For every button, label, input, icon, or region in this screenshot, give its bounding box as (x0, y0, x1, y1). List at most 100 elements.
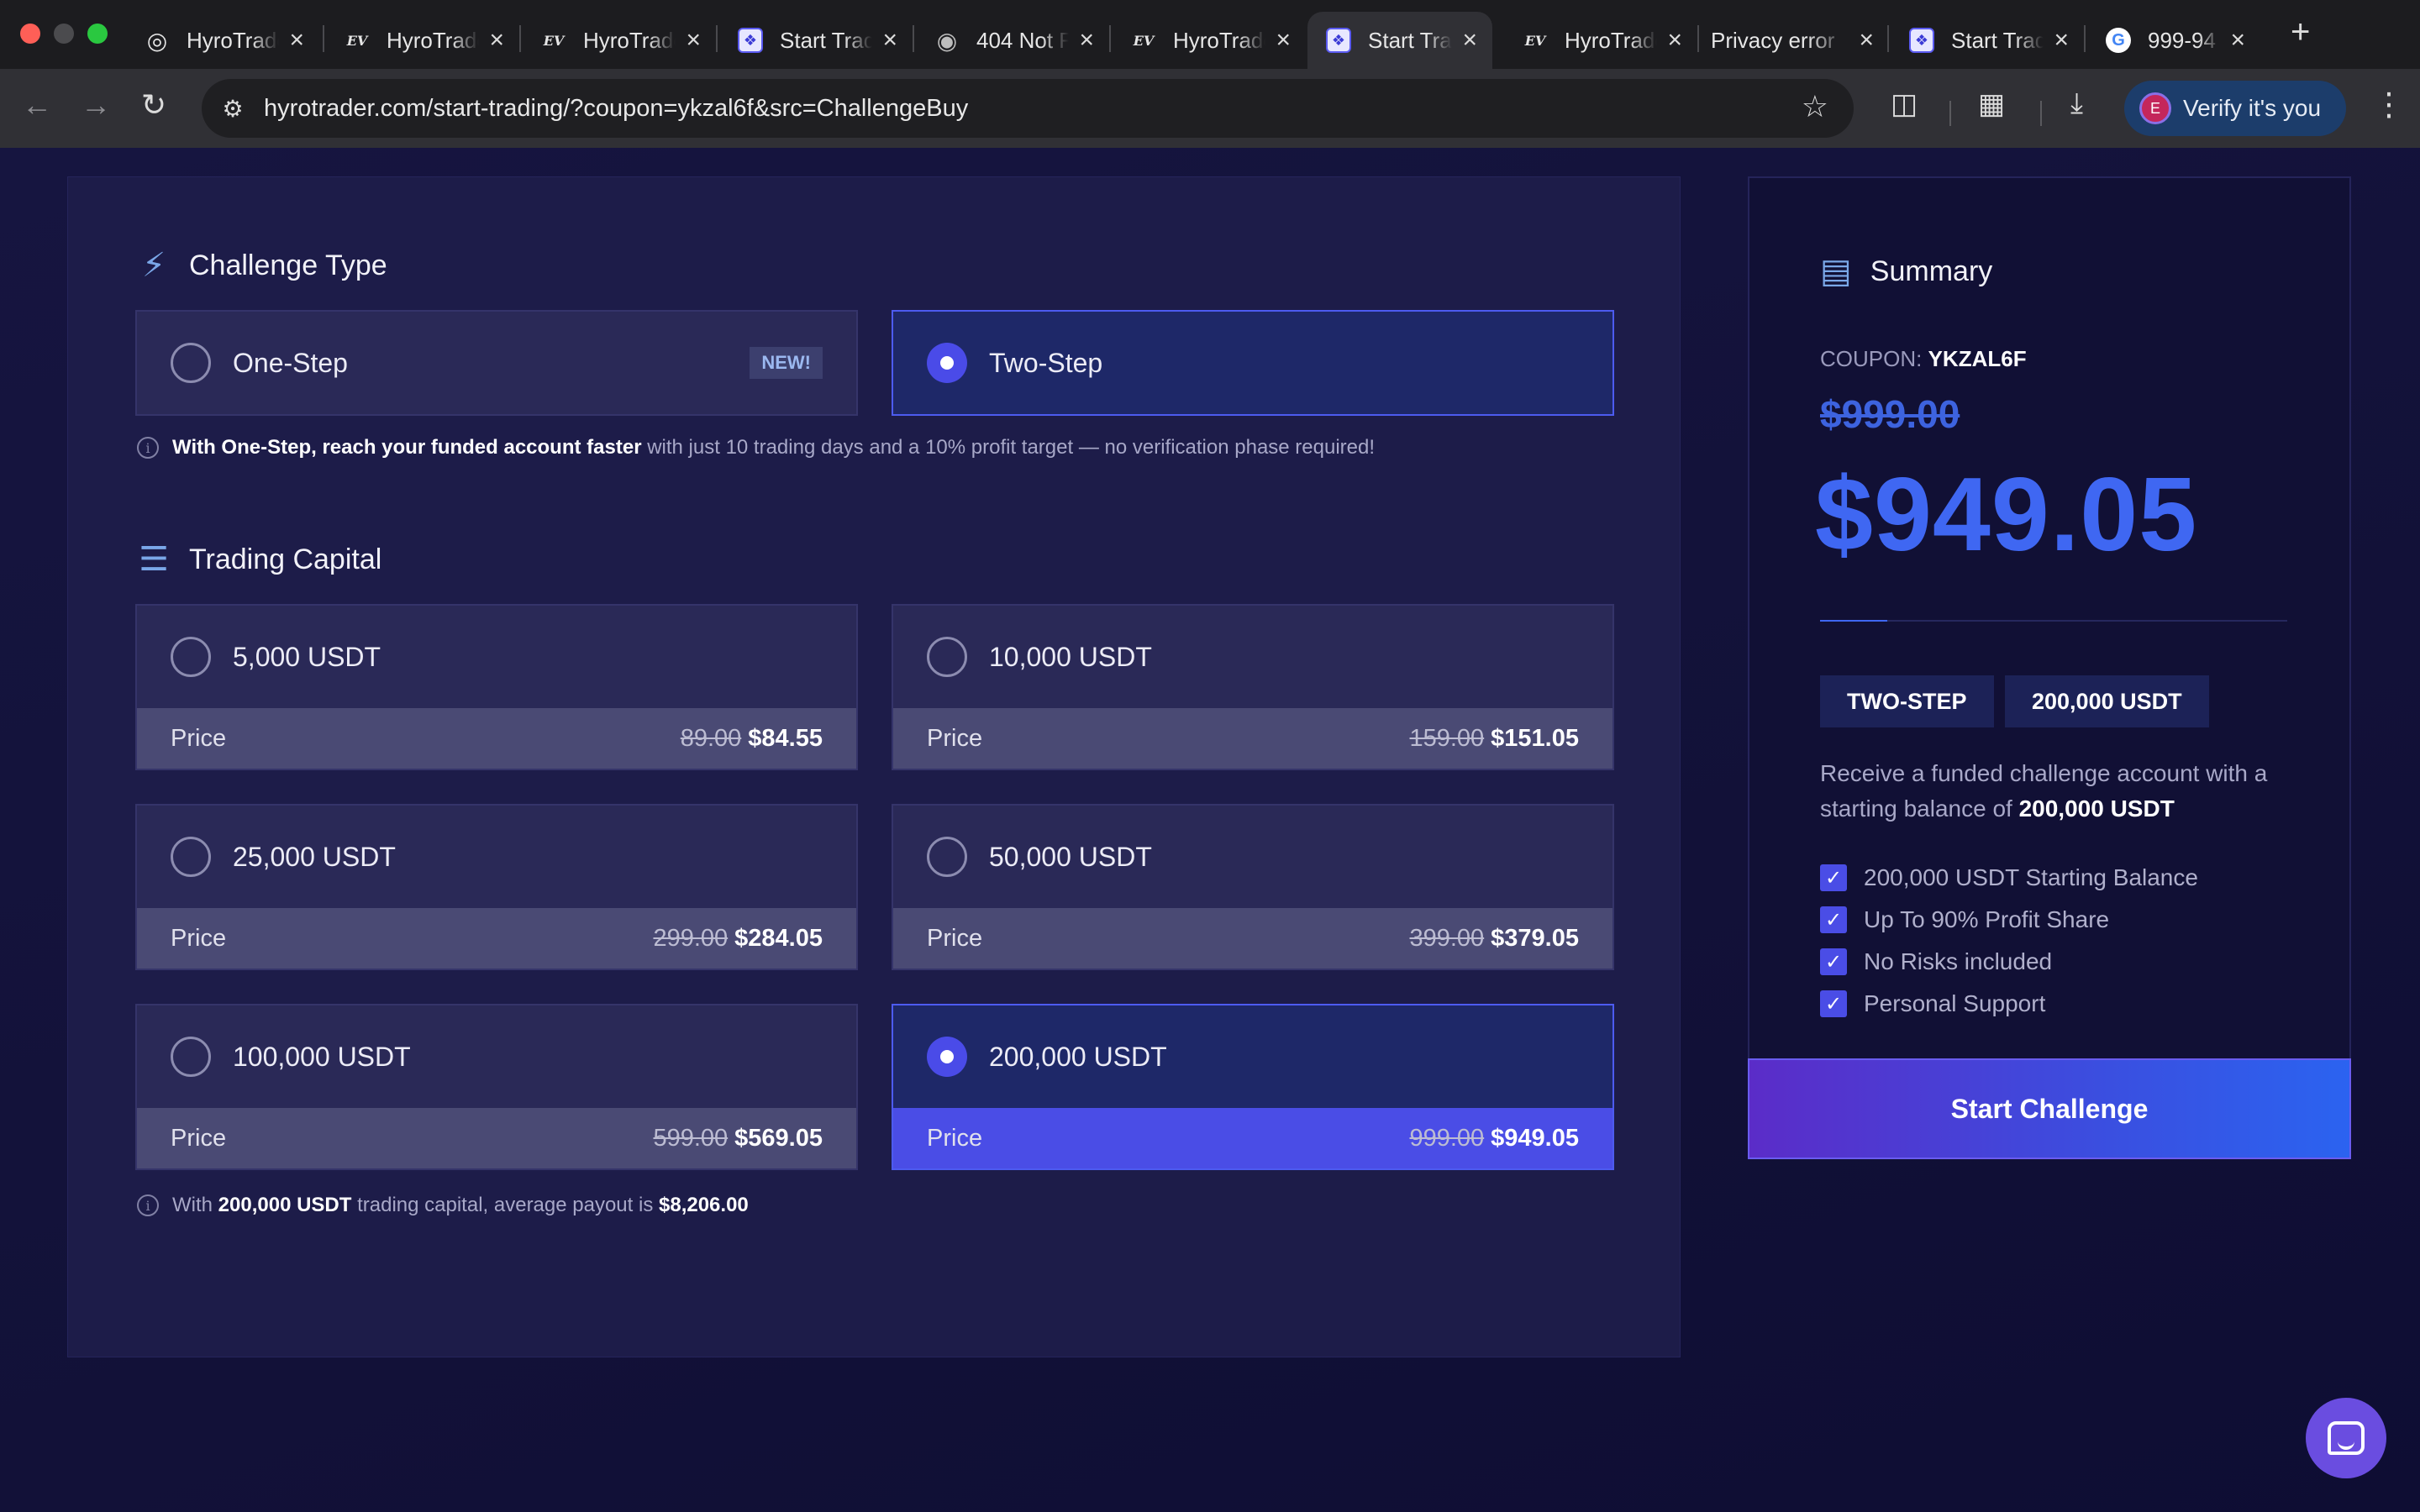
extensions-icon[interactable]: ◫ (1891, 87, 1918, 121)
price-bar: Price 599.00 $569.05 (137, 1108, 856, 1168)
divider (1820, 620, 2287, 622)
site-settings-icon[interactable]: ⚙ (217, 92, 249, 124)
zoom-window-button[interactable] (87, 24, 108, 44)
browser-tab[interactable]: ❖ Start Trading × (1891, 12, 2084, 69)
radio-button[interactable] (927, 837, 967, 877)
info-icon: i (137, 437, 159, 459)
checkbox-checked-icon: ✓ (1820, 906, 1847, 933)
close-tab-icon[interactable]: × (1667, 26, 1682, 55)
bookmark-star-icon[interactable]: ☆ (1802, 89, 1828, 124)
feature-item: ✓ Personal Support (1820, 983, 2198, 1025)
price-bar: Price 299.00 $284.05 (137, 908, 856, 969)
close-tab-icon[interactable]: × (2230, 26, 2245, 55)
back-arrow-icon[interactable]: ← (22, 87, 52, 123)
close-tab-icon[interactable]: × (489, 26, 504, 55)
capital-option-25000[interactable]: 25,000 USDT Price 299.00 $284.05 (135, 804, 858, 970)
browser-tab-active[interactable]: ❖ Start Trading × (1307, 12, 1492, 69)
start-trading-favicon-icon: ❖ (1909, 28, 1934, 53)
configuration-card: ⚡ Challenge Type One-Step NEW! Two-Step … (67, 176, 1681, 1357)
tab-search-icon[interactable]: ▦ (1978, 87, 2005, 121)
feature-list: ✓ 200,000 USDT Starting Balance ✓ Up To 90… (1820, 857, 2198, 1025)
lightning-icon: ⚡ (141, 247, 166, 284)
challenge-info-note: i With One-Step, reach your funded accou… (137, 436, 1375, 459)
browser-tab[interactable]: G 999-94 × (2087, 12, 2260, 69)
feature-item: ✓ 200,000 USDT Starting Balance (1820, 857, 2198, 899)
ev-icon: EV (346, 32, 368, 49)
start-trading-favicon-icon: ❖ (738, 28, 763, 53)
radio-button-selected[interactable] (927, 1037, 967, 1077)
browser-tab[interactable]: ◉ 404 Not Found × (916, 12, 1109, 69)
ev-icon: EV (543, 32, 565, 49)
trading-capital-heading: ☰ Trading Capital (137, 540, 381, 579)
start-challenge-button[interactable]: Start Challenge (1748, 1058, 2351, 1159)
hyro-icon: ◎ (146, 27, 168, 54)
calendar-icon: ▤ (1820, 253, 1852, 290)
google-icon: G (2106, 28, 2131, 53)
close-window-button[interactable] (20, 24, 40, 44)
ev-icon: EV (1133, 32, 1155, 49)
browser-tab[interactable]: Privacy error × (1692, 12, 1889, 69)
chat-launcher-button[interactable] (2306, 1398, 2386, 1478)
close-tab-icon[interactable]: × (1462, 26, 1477, 55)
payout-info-note: i With 200,000 USDT trading capital, ave… (137, 1194, 749, 1217)
more-menu-icon[interactable]: ⋮ (2373, 86, 2405, 123)
price-bar: Price 89.00 $84.55 (137, 708, 856, 769)
info-icon: i (137, 1194, 159, 1216)
close-tab-icon[interactable]: × (1276, 26, 1291, 55)
close-tab-icon[interactable]: × (686, 26, 701, 55)
capital-chip: 200,000 USDT (2005, 675, 2209, 727)
radio-button[interactable] (171, 1037, 211, 1077)
capital-option-200000[interactable]: 200,000 USDT Price 999.00 $949.05 (892, 1004, 1614, 1170)
total-price: $949.05 (1815, 457, 2198, 573)
close-tab-icon[interactable]: × (1079, 26, 1094, 55)
close-tab-icon[interactable]: × (2054, 26, 2069, 55)
browser-tab[interactable]: EV HyroTrader × (1504, 12, 1697, 69)
radio-button-selected[interactable] (927, 343, 967, 383)
avatar: E (2139, 92, 2171, 124)
capital-option-100000[interactable]: 100,000 USDT Price 599.00 $569.05 (135, 1004, 858, 1170)
feature-item: ✓ No Risks included (1820, 941, 2198, 983)
new-tab-button[interactable]: + (2291, 13, 2310, 51)
browser-tab[interactable]: EV HyroTrader × (1113, 12, 1306, 69)
capital-option-5000[interactable]: 5,000 USDT Price 89.00 $84.55 (135, 604, 858, 770)
url-text[interactable]: hyrotrader.com/start-trading/?coupon=ykz… (264, 95, 968, 123)
browser-tab[interactable]: ◎ HyroTrader × (126, 12, 319, 69)
globe-icon: ◉ (936, 27, 958, 54)
original-price: $999.00 (1820, 392, 1960, 436)
browser-tab[interactable]: EV HyroTrader × (523, 12, 716, 69)
verify-label: Verify it's you (2183, 95, 2322, 121)
browser-toolbar: ← → ↻ ⚙ hyrotrader.com/start-trading/?co… (0, 69, 2420, 148)
forward-arrow-icon[interactable]: → (81, 87, 111, 123)
reload-icon[interactable]: ↻ (141, 87, 166, 123)
coupon-line: COUPON: YKZAL6F (1820, 346, 2027, 371)
feature-item: ✓ Up To 90% Profit Share (1820, 899, 2198, 941)
challenge-option-two-step[interactable]: Two-Step (892, 310, 1614, 416)
summary-heading: ▤ Summary (1820, 253, 1993, 290)
close-tab-icon[interactable]: × (289, 26, 304, 55)
browser-tab-strip: ◎ HyroTrader × EV HyroTrader × EV HyroTr… (0, 0, 2420, 69)
summary-card: ▤ Summary COUPON: YKZAL6F $999.00 $949.0… (1748, 176, 2351, 1159)
close-tab-icon[interactable]: × (882, 26, 897, 55)
checkbox-checked-icon: ✓ (1820, 990, 1847, 1017)
radio-button[interactable] (927, 637, 967, 677)
download-icon[interactable]: ⤓ (2070, 87, 2083, 120)
radio-button[interactable] (171, 343, 211, 383)
radio-button[interactable] (171, 637, 211, 677)
capital-option-10000[interactable]: 10,000 USDT Price 159.00 $151.05 (892, 604, 1614, 770)
radio-button[interactable] (171, 837, 211, 877)
close-tab-icon[interactable]: × (1859, 26, 1874, 55)
challenge-type-heading: ⚡ Challenge Type (137, 246, 387, 285)
address-bar[interactable]: ⚙ hyrotrader.com/start-trading/?coupon=y… (202, 79, 1854, 138)
chat-bubble-icon (2328, 1421, 2365, 1455)
checkbox-checked-icon: ✓ (1820, 948, 1847, 975)
browser-tab[interactable]: ❖ Start Trading × (719, 12, 913, 69)
coins-stack-icon: ☰ (139, 541, 169, 578)
browser-tab[interactable]: EV HyroTrader × (326, 12, 519, 69)
profile-verify-button[interactable]: E Verify it's you (2124, 81, 2346, 136)
minimize-window-button[interactable] (54, 24, 74, 44)
challenge-option-one-step[interactable]: One-Step NEW! (135, 310, 858, 416)
page-content: ⚡ Challenge Type One-Step NEW! Two-Step … (0, 148, 2420, 1512)
checkbox-checked-icon: ✓ (1820, 864, 1847, 891)
new-badge: NEW! (750, 347, 823, 379)
capital-option-50000[interactable]: 50,000 USDT Price 399.00 $379.05 (892, 804, 1614, 970)
